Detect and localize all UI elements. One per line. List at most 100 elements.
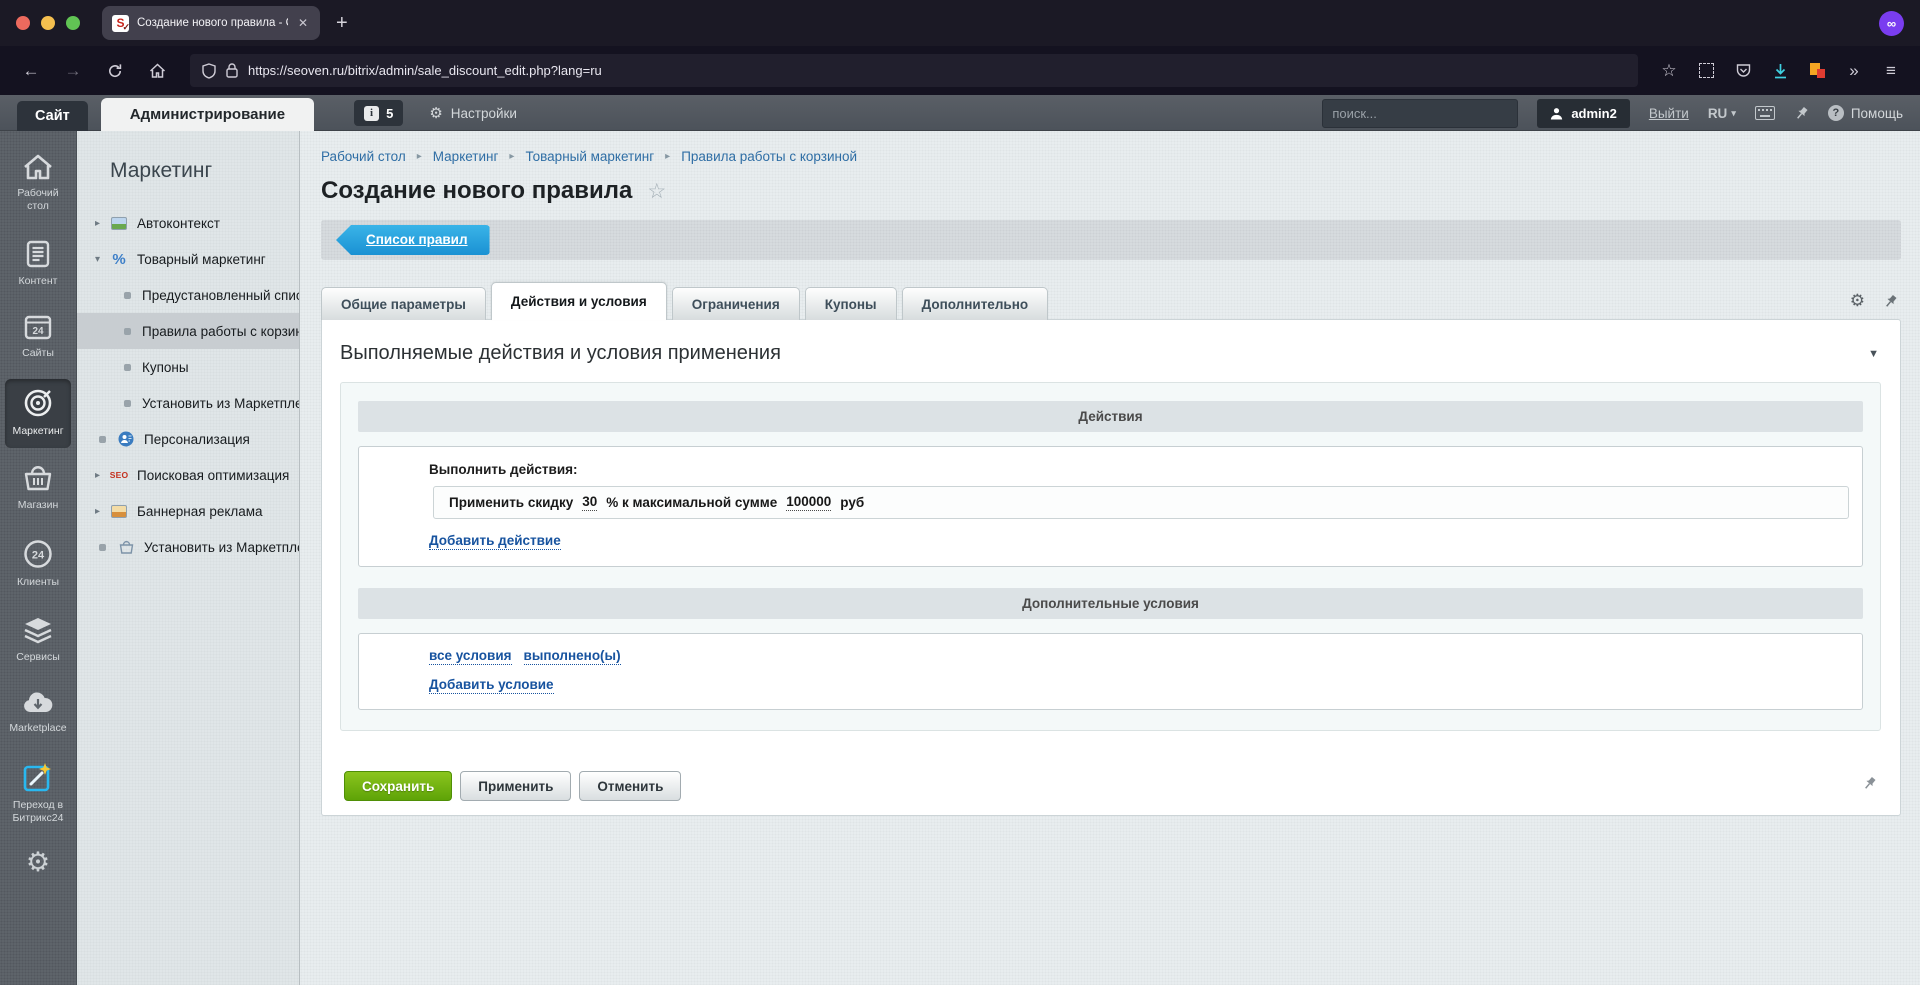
sidebar-item-marketing[interactable]: Маркетинг <box>5 379 71 448</box>
cancel-button[interactable]: Отменить <box>579 771 681 801</box>
breadcrumb: Рабочий стол ▸ Маркетинг ▸ Товарный марк… <box>321 149 1901 164</box>
bullet-icon <box>124 400 131 407</box>
logout-link[interactable]: Выйти <box>1649 106 1689 121</box>
tab-close-icon[interactable]: ✕ <box>296 16 310 30</box>
expand-right-icon[interactable]: ▸ <box>95 218 110 229</box>
settings-button[interactable]: ⚙ Настройки <box>429 104 517 122</box>
breadcrumb-link-cart-rules[interactable]: Правила работы с корзиной <box>681 149 857 164</box>
sidebar-item-content[interactable]: Контент <box>5 231 71 298</box>
menu-item-seo[interactable]: ▸ SEO Поисковая оптимизация <box>77 457 299 493</box>
nav-home-icon[interactable] <box>140 56 174 86</box>
sidebar-item-marketplace[interactable]: Marketplace <box>5 682 71 745</box>
url-bar[interactable]: https://seoven.ru/bitrix/admin/sale_disc… <box>190 54 1638 87</box>
tab-coupons[interactable]: Купоны <box>805 287 897 320</box>
tab-title: Создание нового правила - Се <box>137 17 288 29</box>
sidebar-item-services[interactable]: Сервисы <box>5 607 71 674</box>
bookmark-star-icon[interactable]: ☆ <box>1654 56 1684 86</box>
hotkeys-keyboard-icon[interactable] <box>1755 106 1775 120</box>
marketing-menu-panel: Маркетинг ▸ Автоконтекст ▾ % Товарный ма… <box>77 131 300 985</box>
exec-actions-label: Выполнить действия: <box>429 462 1849 477</box>
administration-tab[interactable]: Администрирование <box>101 98 314 131</box>
notifications-badge[interactable]: i 5 <box>354 100 403 126</box>
expand-down-icon[interactable]: ▾ <box>95 254 110 265</box>
breadcrumb-link-desktop[interactable]: Рабочий стол <box>321 149 406 164</box>
expand-right-icon[interactable]: ▸ <box>95 506 110 517</box>
help-button[interactable]: ? Помощь <box>1828 105 1903 121</box>
nav-back-icon[interactable]: ← <box>14 56 48 86</box>
conditions-header: Дополнительные условия <box>358 588 1863 619</box>
sidebar-item-bitrix24[interactable]: Переход в Битрикс24 <box>5 753 71 835</box>
window-close-button[interactable] <box>16 16 30 30</box>
rules-list-button[interactable]: Список правил <box>336 225 490 255</box>
fulfilled-selector[interactable]: выполнено(ы) <box>524 648 621 665</box>
all-conditions-selector[interactable]: все условия <box>429 648 512 665</box>
home-icon <box>22 154 54 180</box>
admin-search[interactable] <box>1322 99 1518 128</box>
menu-item-product-marketing[interactable]: ▾ % Товарный маркетинг <box>77 241 299 277</box>
menu-item-personalization[interactable]: Персонализация <box>77 421 299 457</box>
save-button[interactable]: Сохранить <box>344 771 452 801</box>
search-input[interactable] <box>1332 106 1508 121</box>
sidebar-item-sites[interactable]: 24 Сайты <box>5 306 71 370</box>
favorite-star-icon[interactable]: ☆ <box>647 179 666 204</box>
form-settings-gear-icon[interactable]: ⚙ <box>1850 291 1865 311</box>
bullet-icon <box>99 544 106 551</box>
window-zoom-button[interactable] <box>66 16 80 30</box>
help-label: Помощь <box>1851 106 1903 121</box>
document-icon <box>26 240 50 268</box>
screenshot-extension-icon[interactable] <box>1691 56 1721 86</box>
tab-actions-conditions[interactable]: Действия и условия <box>491 282 667 320</box>
tab-additional[interactable]: Дополнительно <box>902 287 1049 320</box>
actions-conditions-block: Действия Выполнить действия: Применить с… <box>340 382 1881 731</box>
hamburger-menu-icon[interactable]: ≡ <box>1876 56 1906 86</box>
sidebar-item-desktop[interactable]: Рабочий стол <box>5 145 71 223</box>
bullet-icon <box>99 436 106 443</box>
user-menu-button[interactable]: admin2 <box>1537 99 1630 128</box>
bitrix24-icon <box>23 762 53 792</box>
menu-item-banner-ads[interactable]: ▸ Баннерная реклама <box>77 493 299 529</box>
bullet-icon <box>124 328 131 335</box>
form-pin-icon[interactable] <box>1883 294 1898 309</box>
menu-item-install-marketplace-2[interactable]: Установить из Маркетплейса <box>77 529 299 565</box>
tab-general-params[interactable]: Общие параметры <box>321 287 486 320</box>
nav-forward-icon[interactable]: → <box>56 56 90 86</box>
menu-item-preset-list[interactable]: Предустановленный список <box>77 277 299 313</box>
new-tab-button[interactable]: + <box>336 12 348 35</box>
admin-content-area: Рабочий стол ▸ Маркетинг ▸ Товарный марк… <box>300 131 1920 985</box>
expand-right-icon[interactable]: ▸ <box>95 470 110 481</box>
breadcrumb-link-marketing[interactable]: Маркетинг <box>433 149 499 164</box>
menu-item-coupons[interactable]: Купоны <box>77 349 299 385</box>
breadcrumb-link-product-marketing[interactable]: Товарный маркетинг <box>525 149 654 164</box>
sidebar-item-shop[interactable]: Магазин <box>5 456 71 522</box>
svg-text:24: 24 <box>32 326 44 337</box>
browser-24-icon: 24 <box>24 315 52 340</box>
buttons-pin-icon[interactable] <box>1862 776 1877 796</box>
section-title: Выполняемые действия и условия применени… <box>340 342 781 365</box>
menu-item-install-marketplace-1[interactable]: Установить из Маркетплейса <box>77 385 299 421</box>
add-condition-link[interactable]: Добавить условие <box>429 677 554 694</box>
window-minimize-button[interactable] <box>41 16 55 30</box>
max-sum-value[interactable]: 100000 <box>786 494 831 511</box>
form-buttons: Сохранить Применить Отменить <box>340 771 1881 801</box>
tracking-shield-icon <box>202 63 216 79</box>
sidebar-item-clients[interactable]: 24 Клиенты <box>5 530 71 599</box>
overflow-menu-icon[interactable]: » <box>1839 56 1869 86</box>
add-action-link[interactable]: Добавить действие <box>429 533 561 550</box>
apply-button[interactable]: Применить <box>460 771 571 801</box>
discount-value[interactable]: 30 <box>582 494 597 511</box>
menu-item-cart-rules[interactable]: Правила работы с корзиной <box>77 313 299 349</box>
section-collapse-icon[interactable]: ▼ <box>1868 348 1879 360</box>
pocket-icon[interactable] <box>1728 56 1758 86</box>
tab-restrictions[interactable]: Ограничения <box>672 287 800 320</box>
browser-tab-bar: S✓ Создание нового правила - Се ✕ + ∞ <box>0 0 1920 46</box>
downloads-icon[interactable] <box>1765 56 1795 86</box>
nav-reload-icon[interactable] <box>98 56 132 86</box>
sidebar-settings-gear-icon[interactable]: ⚙ <box>26 849 50 876</box>
adblock-extension-icon[interactable] <box>1802 56 1832 86</box>
browser-profile-avatar[interactable]: ∞ <box>1879 11 1904 36</box>
language-selector[interactable]: RU ▾ <box>1708 106 1736 121</box>
menu-item-autocontext[interactable]: ▸ Автоконтекст <box>77 205 299 241</box>
browser-tab[interactable]: S✓ Создание нового правила - Се ✕ <box>102 6 320 40</box>
site-view-button[interactable]: Сайт <box>17 101 88 131</box>
pin-panel-icon[interactable] <box>1794 106 1809 121</box>
